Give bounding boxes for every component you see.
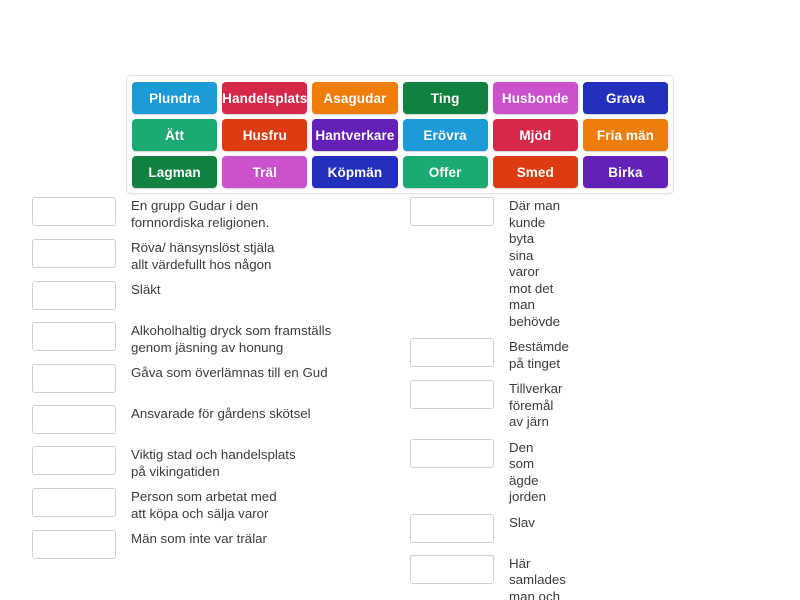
tile-bank: Plundra Handelsplats Asagudar Ting Husbo… — [126, 75, 674, 194]
definition-text: Bestämde på tinget — [509, 339, 569, 371]
answer-dropzone[interactable] — [410, 380, 494, 409]
word-tile-birka[interactable]: Birka — [582, 156, 669, 188]
word-tile-att[interactable]: Ätt — [132, 119, 218, 151]
word-tile-kopman[interactable]: Köpmän — [312, 156, 398, 188]
tile-bank-row-2: Ätt Husfru Hantverkare Erövra Mjöd Fria … — [132, 119, 669, 151]
word-tile-tral[interactable]: Träl — [222, 156, 308, 188]
tile-bank-row-3: Lagman Träl Köpmän Offer Smed Birka — [132, 156, 669, 188]
word-tile-lagman[interactable]: Lagman — [132, 156, 218, 188]
answer-dropzone[interactable] — [410, 513, 494, 543]
match-up-activity: Plundra Handelsplats Asagudar Ting Husbo… — [0, 0, 800, 600]
definition-column-right: Där man kunde byta sina varor mot det ma… — [0, 196, 569, 600]
word-tile-fria-man[interactable]: Fria män — [582, 119, 669, 151]
word-tile-mjod[interactable]: Mjöd — [492, 119, 578, 151]
word-tile-husbonde[interactable]: Husbonde — [492, 82, 578, 114]
word-tile-ting[interactable]: Ting — [402, 82, 488, 114]
word-tile-handelsplats[interactable]: Handelsplats — [222, 82, 308, 114]
definition-text: Den som ägde jorden — [509, 439, 546, 505]
word-tile-erovra[interactable]: Erövra — [402, 119, 488, 151]
word-tile-husfru[interactable]: Husfru — [222, 119, 308, 151]
answer-dropzone[interactable] — [410, 554, 494, 584]
definition-text: Här samlades man och beslutade om viktig… — [509, 555, 566, 600]
answer-dropzone[interactable] — [410, 438, 494, 468]
answer-dropzone[interactable] — [410, 338, 494, 367]
word-tile-hantverkare[interactable]: Hantverkare — [312, 119, 398, 151]
definition-columns: En grupp Gudar i den fornnordiska religi… — [0, 196, 800, 600]
definition-text: Tillverkar föremål av järn — [509, 381, 563, 429]
word-tile-smed[interactable]: Smed — [492, 156, 578, 188]
word-tile-grava[interactable]: Grava — [582, 82, 669, 114]
word-tile-offer[interactable]: Offer — [402, 156, 488, 188]
definition-text: Där man kunde byta sina varor mot det ma… — [509, 198, 561, 329]
answer-dropzone[interactable] — [410, 197, 494, 226]
word-tile-asagudar[interactable]: Asagudar — [312, 82, 398, 114]
word-tile-plundra[interactable]: Plundra — [132, 82, 218, 114]
tile-bank-row-1: Plundra Handelsplats Asagudar Ting Husbo… — [132, 82, 669, 114]
definition-text: Slav — [509, 514, 535, 530]
